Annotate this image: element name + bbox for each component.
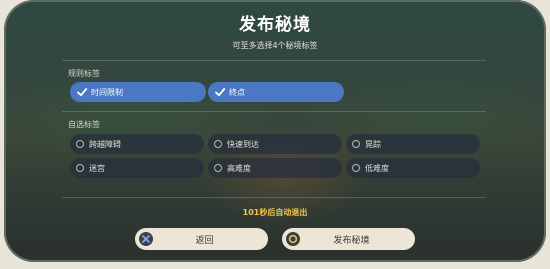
unchecked-radio-icon <box>76 140 84 148</box>
optional-tag-maze[interactable]: 迷宫 <box>70 158 204 178</box>
rule-tag-endpoint[interactable]: 终点 <box>208 82 344 102</box>
auto-exit-countdown: 101秒后自动退出 <box>242 208 308 217</box>
rule-tag-label: 终点 <box>229 87 245 97</box>
back-button-label: 返回 <box>195 235 214 246</box>
check-icon <box>215 88 226 97</box>
screen: 发布秘境 可至多选择4个秘境标签 规则标签 时间限制 终点 自选标签 跨越障碍 … <box>0 0 550 269</box>
optional-tag-quick-arrival[interactable]: 快速到达 <box>208 134 342 154</box>
optional-tag-tracking[interactable]: 晃踪 <box>346 134 480 154</box>
dialog-subtitle: 可至多选择4个秘境标签 <box>232 41 318 50</box>
optional-tag-cross-obstacles[interactable]: 跨越障碍 <box>70 134 204 154</box>
rule-tags-label: 规则标签 <box>68 69 100 78</box>
optional-tag-low-difficulty[interactable]: 低难度 <box>346 158 480 178</box>
divider-middle <box>62 111 486 112</box>
dialog-title: 发布秘境 <box>239 15 311 35</box>
unchecked-radio-icon <box>352 164 360 172</box>
optional-tag-high-difficulty[interactable]: 高难度 <box>208 158 342 178</box>
divider-top <box>62 60 486 61</box>
back-button[interactable]: 返回 <box>135 228 268 250</box>
publish-button-label: 发布秘境 <box>333 235 370 246</box>
optional-tag-label: 跨越障碍 <box>89 139 121 149</box>
publish-domain-dialog: 发布秘境 可至多选择4个秘境标签 规则标签 时间限制 终点 自选标签 跨越障碍 … <box>4 0 546 262</box>
rule-tag-label: 时间限制 <box>91 87 123 97</box>
unchecked-radio-icon <box>214 164 222 172</box>
optional-tag-label: 快速到达 <box>227 139 259 149</box>
divider-bottom <box>62 197 486 198</box>
check-icon <box>77 88 88 97</box>
optional-tag-label: 迷宫 <box>89 163 105 173</box>
circle-confirm-icon <box>286 232 300 246</box>
unchecked-radio-icon <box>352 140 360 148</box>
unchecked-radio-icon <box>214 140 222 148</box>
optional-tag-label: 低难度 <box>365 163 389 173</box>
close-x-icon <box>139 232 153 246</box>
rule-tag-time-limit[interactable]: 时间限制 <box>70 82 206 102</box>
unchecked-radio-icon <box>76 164 84 172</box>
optional-tag-label: 高难度 <box>227 163 251 173</box>
optional-tags-label: 自选标签 <box>68 120 100 129</box>
optional-tag-label: 晃踪 <box>365 139 381 149</box>
publish-domain-button[interactable]: 发布秘境 <box>282 228 415 250</box>
